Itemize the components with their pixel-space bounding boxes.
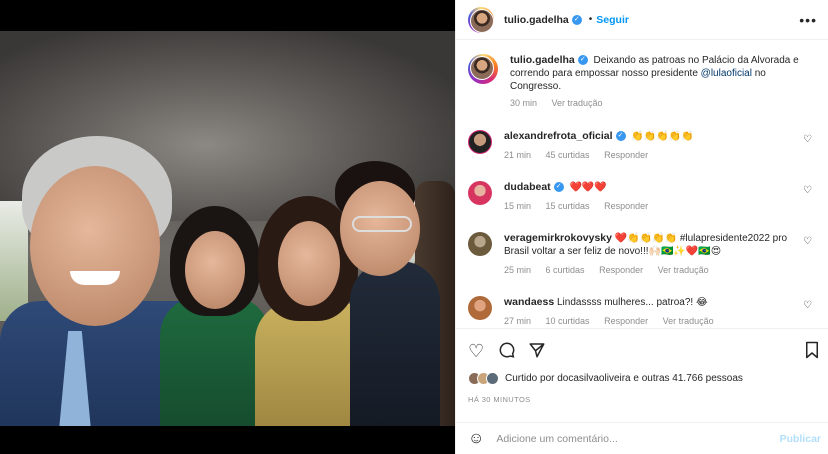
comment-likes[interactable]: 10 curtidas [546, 316, 590, 326]
comment-username[interactable]: veragemirkrokovysky [504, 232, 612, 244]
caption-username[interactable]: tulio.gadelha [510, 54, 575, 66]
reply-button[interactable]: Responder [604, 150, 648, 160]
translate-link[interactable]: Ver tradução [663, 316, 714, 326]
translate-link[interactable]: Ver tradução [552, 98, 603, 108]
comment-item: dudabeat ✓ ❤️❤️❤️ 15 min 15 curtidas Resp… [468, 181, 818, 213]
avatar[interactable] [468, 181, 492, 205]
bookmark-icon[interactable] [804, 341, 820, 364]
comment-input[interactable]: Adicione um comentário... [496, 433, 617, 445]
instagram-post-view: tulio.gadelha ✓ • Seguir ••• tulio.gadel… [0, 0, 828, 454]
follow-button[interactable]: Seguir [596, 14, 629, 26]
heart-icon[interactable]: ♡ [803, 185, 812, 196]
caption: tulio.gadelha ✓ Deixando as patroas no Pa… [468, 54, 818, 110]
comment-text: Lindassss mulheres... patroa?! 😂 [556, 297, 708, 308]
reply-button[interactable]: Responder [604, 201, 648, 211]
share-icon[interactable] [528, 341, 546, 364]
comment-text: ❤️❤️❤️ [569, 182, 607, 193]
avatar[interactable] [468, 232, 492, 256]
post-timestamp: HÁ 30 MINUTOS [468, 395, 531, 404]
avatar[interactable] [468, 54, 498, 84]
more-icon[interactable]: ••• [799, 12, 817, 28]
post-panel: tulio.gadelha ✓ • Seguir ••• tulio.gadel… [455, 0, 828, 454]
verified-icon: ✓ [571, 14, 582, 25]
heart-icon[interactable]: ♡ [468, 341, 484, 362]
post-media[interactable] [0, 0, 455, 454]
comments-list[interactable]: tulio.gadelha ✓ Deixando as patroas no Pa… [456, 41, 828, 328]
comment-time: 27 min [504, 316, 532, 326]
comment-username[interactable]: dudabeat [504, 181, 551, 193]
comment-likes[interactable]: 6 curtidas [546, 265, 585, 275]
likes-text: Curtido por docasilvaoliveira e outras 4… [505, 373, 743, 384]
comment-item: wandaess Lindassss mulheres... patroa?! … [468, 296, 818, 328]
avatar[interactable] [468, 130, 492, 154]
action-bar: ♡ [456, 328, 828, 374]
heart-icon[interactable]: ♡ [803, 134, 812, 145]
author-username[interactable]: tulio.gadelha [504, 14, 569, 26]
comment-time: 15 min [504, 201, 532, 211]
comment-item: veragemirkrokovysky ❤️👏👏👏👏 #lulapresiden… [468, 232, 818, 277]
comment-text: 👏👏👏👏👏 [631, 131, 694, 142]
comment-time: 25 min [504, 265, 532, 275]
heart-icon[interactable]: ♡ [803, 236, 812, 247]
caption-time: 30 min [510, 98, 538, 108]
likes-summary[interactable]: Curtido por docasilvaoliveira e outras 4… [468, 372, 743, 385]
comment-likes[interactable]: 45 curtidas [546, 150, 590, 160]
reply-button[interactable]: Responder [599, 265, 643, 275]
comment-username[interactable]: alexandrefrota_oficial [504, 130, 613, 142]
comment-icon[interactable] [498, 341, 516, 364]
avatar[interactable] [468, 6, 494, 33]
comment-item: alexandrefrota_oficial ✓ 👏👏👏👏👏 21 min 45 … [468, 130, 818, 162]
translate-link[interactable]: Ver tradução [658, 265, 709, 275]
heart-icon[interactable]: ♡ [803, 300, 812, 311]
post-header: tulio.gadelha ✓ • Seguir ••• [456, 0, 828, 40]
publish-button[interactable]: Publicar [780, 433, 821, 445]
separator: • [588, 14, 593, 25]
reply-button[interactable]: Responder [604, 316, 648, 326]
post-photo [0, 31, 455, 426]
add-comment-bar: ☺ Adicione um comentário... Publicar [456, 422, 828, 454]
verified-icon: ✓ [553, 182, 564, 193]
comment-likes[interactable]: 15 curtidas [546, 201, 590, 211]
emoji-icon[interactable]: ☺ [468, 430, 484, 448]
avatar[interactable] [468, 296, 492, 320]
comment-time: 21 min [504, 150, 532, 160]
verified-icon: ✓ [577, 55, 588, 66]
comment-username[interactable]: wandaess [504, 296, 554, 308]
verified-icon: ✓ [615, 131, 626, 142]
avatar [486, 372, 499, 385]
caption-mention[interactable]: @lulaoficial [701, 68, 752, 79]
